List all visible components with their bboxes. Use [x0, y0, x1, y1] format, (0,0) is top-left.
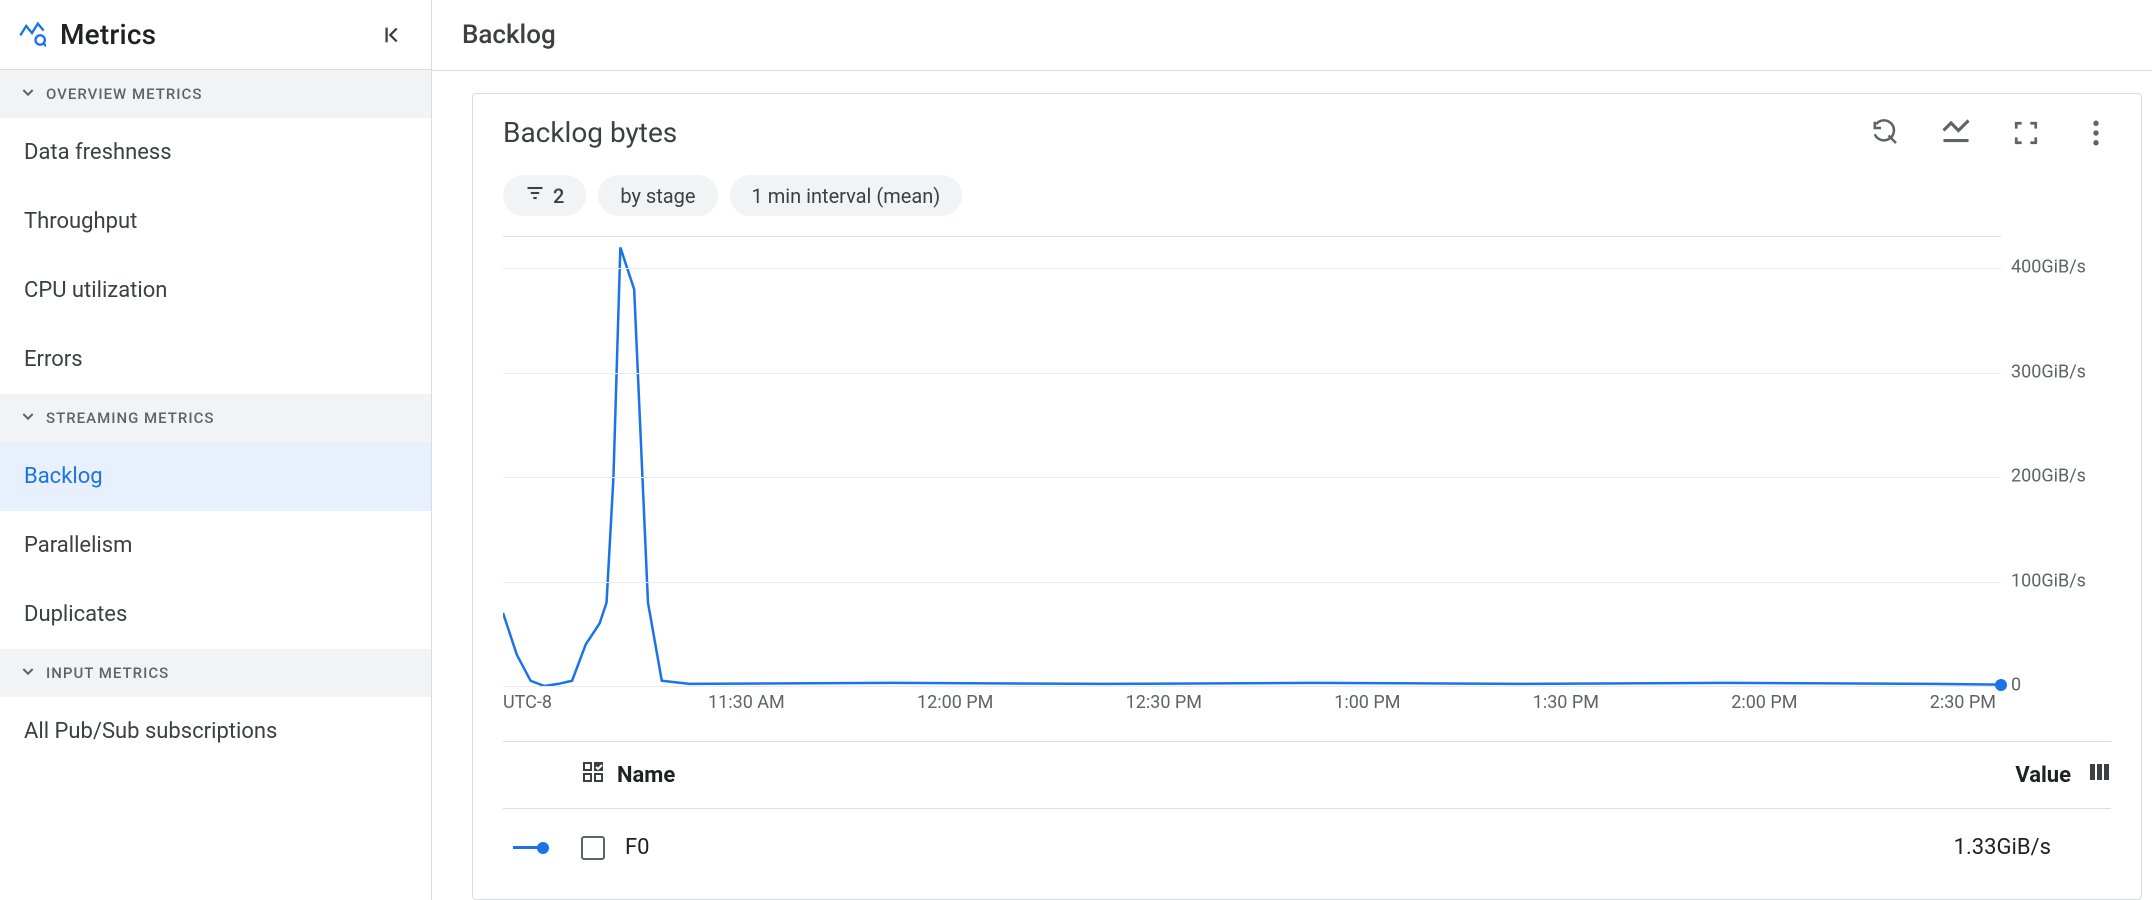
x-tick-label: 11:30 AM	[708, 692, 785, 713]
chevron-down-icon	[20, 84, 36, 104]
reset-zoom-button[interactable]	[1871, 118, 1901, 148]
more-options-button[interactable]	[2081, 118, 2111, 148]
series-swatch	[503, 842, 581, 854]
y-tick-label: 400GiB/s	[2011, 257, 2086, 278]
breakdown-icon[interactable]	[581, 760, 605, 790]
metrics-icon	[18, 19, 46, 51]
y-tick-label: 300GiB/s	[2011, 361, 2086, 382]
y-tick-label: 100GiB/s	[2011, 570, 2086, 591]
x-tick-label: 2:30 PM	[1930, 692, 1996, 713]
x-tick-label: 12:30 PM	[1126, 692, 1202, 713]
sidebar: Metrics OVERVIEW METRICS Data freshness …	[0, 0, 432, 900]
chip-interval[interactable]: 1 min interval (mean)	[730, 175, 963, 216]
section-streaming-metrics[interactable]: STREAMING METRICS	[0, 394, 431, 442]
collapse-sidebar-button[interactable]	[379, 21, 407, 49]
nav-duplicates[interactable]: Duplicates	[0, 580, 431, 649]
chip-filter-count[interactable]: 2	[503, 175, 586, 216]
chip-group-by[interactable]: by stage	[598, 175, 717, 216]
y-tick-label: 200GiB/s	[2011, 466, 2086, 487]
y-tick-label: 0	[2011, 675, 2021, 696]
legend-row[interactable]: F0 1.33GiB/s	[503, 809, 2111, 886]
nav-all-pubsub-subscriptions[interactable]: All Pub/Sub subscriptions	[0, 697, 431, 766]
chart-card: Backlog bytes	[472, 93, 2142, 900]
chart-area[interactable]: 0100GiB/s200GiB/s300GiB/s400GiB/s	[503, 236, 2111, 686]
toggle-legend-button[interactable]	[1941, 118, 1971, 148]
section-label: INPUT METRICS	[46, 664, 169, 682]
legend-row-value: 1.33GiB/s	[1954, 835, 2111, 860]
nav-cpu-utilization[interactable]: CPU utilization	[0, 256, 431, 325]
sidebar-header: Metrics	[0, 0, 431, 70]
nav-errors[interactable]: Errors	[0, 325, 431, 394]
nav-throughput[interactable]: Throughput	[0, 187, 431, 256]
nav-data-freshness[interactable]: Data freshness	[0, 118, 431, 187]
section-input-metrics[interactable]: INPUT METRICS	[0, 649, 431, 697]
main: Backlog Backlog bytes	[432, 0, 2152, 900]
page-title: Backlog	[432, 0, 2152, 71]
chart-title: Backlog bytes	[503, 116, 1871, 149]
legend-value-header: Value	[2015, 763, 2071, 788]
legend-name-header: Name	[617, 763, 675, 788]
section-overview-metrics[interactable]: OVERVIEW METRICS	[0, 70, 431, 118]
x-tick-label: 1:00 PM	[1334, 692, 1400, 713]
section-label: STREAMING METRICS	[46, 409, 214, 427]
fullscreen-button[interactable]	[2011, 118, 2041, 148]
x-tick-label: 2:00 PM	[1731, 692, 1797, 713]
section-label: OVERVIEW METRICS	[46, 85, 202, 103]
chip-filter-count-label: 2	[553, 184, 564, 208]
chart-toolbar	[1871, 118, 2111, 148]
x-tick-label: 12:00 PM	[917, 692, 993, 713]
chart-x-axis: UTC-8 11:30 AM 12:00 PM 12:30 PM 1:00 PM 1:3…	[503, 692, 2111, 713]
legend-checkbox[interactable]	[581, 836, 605, 860]
chevron-down-icon	[20, 408, 36, 428]
sidebar-title: Metrics	[60, 18, 365, 51]
nav-backlog[interactable]: Backlog	[0, 442, 431, 511]
nav-parallelism[interactable]: Parallelism	[0, 511, 431, 580]
chart-timezone: UTC-8	[503, 692, 593, 713]
columns-icon[interactable]	[2087, 760, 2111, 790]
chevron-down-icon	[20, 663, 36, 683]
filter-icon	[525, 183, 545, 208]
legend-table: Name Value	[503, 741, 2111, 886]
legend-row-name: F0	[625, 835, 1954, 860]
x-tick-label: 1:30 PM	[1533, 692, 1599, 713]
